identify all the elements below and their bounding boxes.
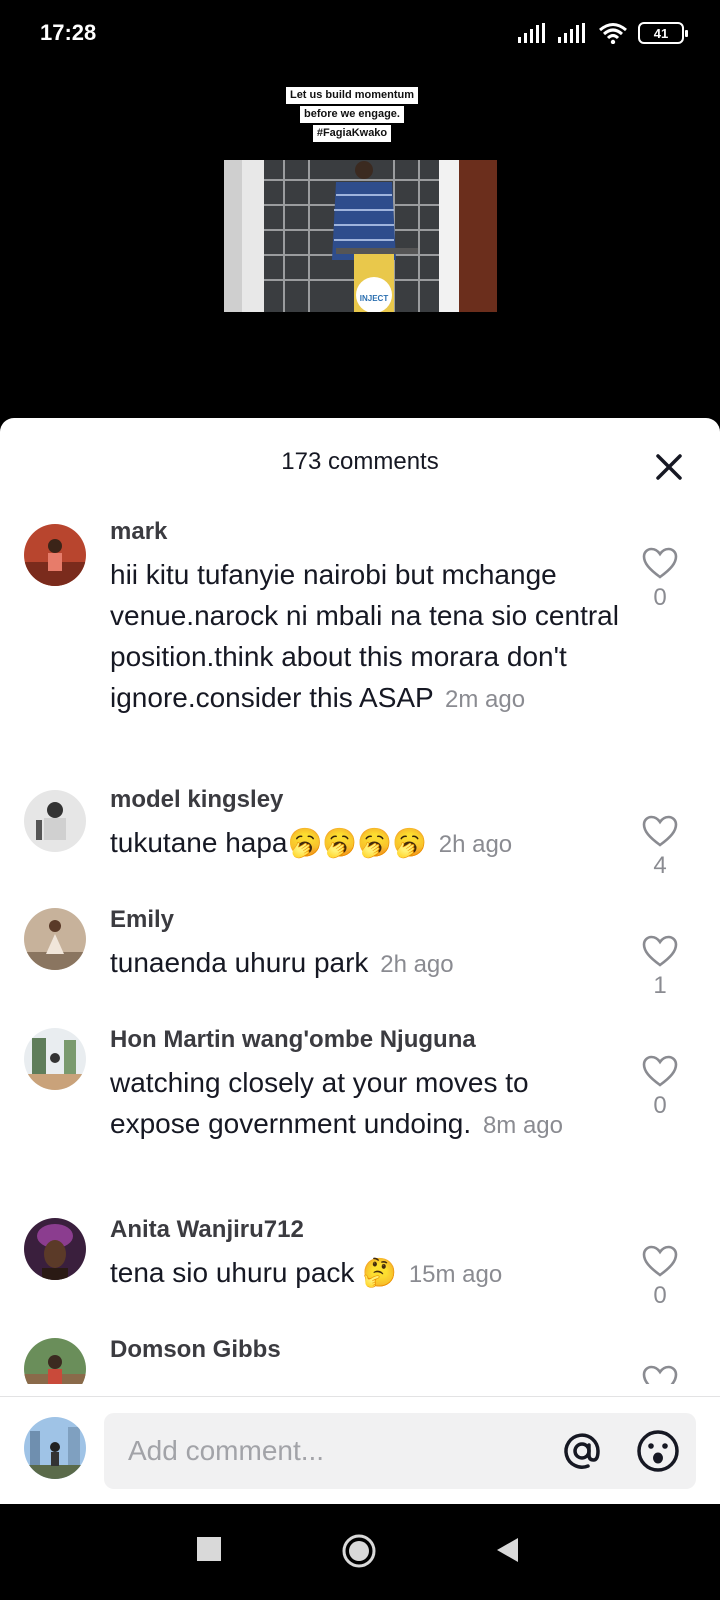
comment-text: watching closely at your moves to expose… bbox=[110, 1062, 625, 1146]
comment-time: 2h ago bbox=[380, 951, 454, 978]
status-bar: 17:28 41 bbox=[0, 0, 720, 70]
comment-input-box bbox=[104, 1413, 696, 1489]
emoji-button[interactable] bbox=[634, 1427, 682, 1475]
heart-icon bbox=[642, 547, 678, 579]
comment-content: tena sio uhuru pack 🤔 bbox=[110, 1257, 398, 1288]
comment-time: 15m ago bbox=[408, 1261, 503, 1288]
username[interactable]: Domson Gibbs bbox=[110, 1334, 625, 1366]
comment-body: Emily tunaenda uhuru park 2h ago bbox=[110, 904, 625, 985]
status-time: 17:28 bbox=[40, 20, 97, 45]
comment-time: 8m ago bbox=[482, 1112, 563, 1139]
heart-icon bbox=[642, 815, 678, 847]
like-count: 0 bbox=[653, 1282, 667, 1309]
avatar[interactable] bbox=[24, 908, 86, 970]
battery-level: 41 bbox=[653, 25, 669, 41]
avatar[interactable] bbox=[24, 790, 86, 852]
sheet-header: 173 comments bbox=[0, 418, 720, 508]
caption-line: #FagiaKwako bbox=[312, 125, 392, 142]
avatar[interactable] bbox=[24, 524, 86, 586]
status-icons: 41 bbox=[518, 22, 688, 44]
like-count: 0 bbox=[653, 584, 667, 611]
comment-time: 2m ago bbox=[445, 686, 526, 713]
wifi-icon bbox=[599, 23, 627, 44]
like-button[interactable]: 4 bbox=[636, 814, 684, 880]
comment-body: mark hii kitu tufanyie nairobi but mchan… bbox=[110, 516, 625, 720]
navigation-bar bbox=[0, 1504, 720, 1600]
comment-content: tukutane hapa🥱🥱🥱🥱 bbox=[110, 827, 427, 858]
at-icon bbox=[564, 1433, 600, 1469]
cell-signal-icon bbox=[518, 23, 545, 43]
comment-body: model kingsley tukutane hapa🥱🥱🥱🥱 2h ago bbox=[110, 784, 625, 865]
heart-icon bbox=[642, 1365, 678, 1384]
emoji-icon bbox=[637, 1430, 679, 1472]
comment-item: Emily tunaenda uhuru park 2h ago 1 bbox=[0, 904, 720, 1014]
video-caption: Let us build momentum before we engage. … bbox=[282, 85, 422, 142]
comments-count: 173 comments bbox=[281, 448, 439, 475]
video-frame-image: INJECT bbox=[224, 160, 497, 312]
battery-icon: 41 bbox=[638, 22, 688, 44]
comment-body: Hon Martin wang'ombe Njuguna watching cl… bbox=[110, 1024, 625, 1146]
comment-input[interactable] bbox=[128, 1413, 528, 1489]
heart-icon bbox=[642, 1245, 678, 1277]
username[interactable]: model kingsley bbox=[110, 784, 625, 816]
avatar[interactable] bbox=[24, 1218, 86, 1280]
comment-body: Anita Wanjiru712 tena sio uhuru pack 🤔 1… bbox=[110, 1214, 625, 1295]
like-count: 1 bbox=[653, 972, 667, 999]
like-count: 4 bbox=[653, 852, 667, 879]
avatar[interactable] bbox=[24, 1338, 86, 1384]
comments-sheet: 173 comments mark hii kitu tufanyie nair… bbox=[0, 418, 720, 1504]
recent-apps-button[interactable] bbox=[196, 1536, 222, 1567]
comment-item: Hon Martin wang'ombe Njuguna watching cl… bbox=[0, 1024, 720, 1204]
comment-item: Anita Wanjiru712 tena sio uhuru pack 🤔 1… bbox=[0, 1214, 720, 1324]
square-icon bbox=[197, 1537, 221, 1561]
like-count: 0 bbox=[653, 1092, 667, 1119]
close-button[interactable] bbox=[652, 450, 686, 484]
username[interactable]: Emily bbox=[110, 904, 625, 936]
comment-text: tena sio uhuru pack 🤔 15m ago bbox=[110, 1252, 625, 1295]
heart-icon bbox=[642, 935, 678, 967]
back-button[interactable] bbox=[494, 1536, 520, 1569]
comment-body: Domson Gibbs bbox=[110, 1334, 625, 1366]
username[interactable]: Hon Martin wang'ombe Njuguna bbox=[110, 1024, 625, 1056]
like-button[interactable]: 1 bbox=[636, 934, 684, 1000]
username[interactable]: Anita Wanjiru712 bbox=[110, 1214, 625, 1246]
like-button[interactable]: 0 bbox=[636, 1244, 684, 1310]
podium-logo-text: INJECT bbox=[360, 294, 389, 303]
like-button[interactable]: 0 bbox=[636, 546, 684, 612]
caption-line: Let us build momentum bbox=[285, 87, 419, 104]
comment-item: model kingsley tukutane hapa🥱🥱🥱🥱 2h ago … bbox=[0, 784, 720, 894]
comment-time: 2h ago bbox=[438, 831, 513, 858]
avatar[interactable] bbox=[24, 1028, 86, 1090]
username[interactable]: mark bbox=[110, 516, 625, 548]
home-circle-icon bbox=[342, 1534, 376, 1568]
comment-input-bar bbox=[0, 1396, 720, 1504]
like-button[interactable] bbox=[636, 1364, 684, 1384]
my-avatar bbox=[24, 1417, 86, 1479]
close-icon bbox=[656, 454, 682, 480]
video-frame: INJECT bbox=[224, 160, 497, 312]
heart-icon bbox=[642, 1055, 678, 1087]
like-button[interactable]: 0 bbox=[636, 1054, 684, 1120]
comment-content: hii kitu tufanyie nairobi but mchange ve… bbox=[110, 559, 619, 713]
home-button[interactable] bbox=[340, 1532, 378, 1575]
comment-content: tunaenda uhuru park bbox=[110, 947, 369, 978]
comment-list[interactable]: mark hii kitu tufanyie nairobi but mchan… bbox=[0, 508, 720, 1384]
video-player[interactable]: Let us build momentum before we engage. … bbox=[0, 70, 720, 418]
caption-line: before we engage. bbox=[300, 106, 404, 123]
comment-text: hii kitu tufanyie nairobi but mchange ve… bbox=[110, 554, 625, 720]
comment-item: Domson Gibbs bbox=[0, 1334, 720, 1384]
comment-content: watching closely at your moves to expose… bbox=[110, 1067, 529, 1139]
mention-button[interactable] bbox=[558, 1427, 606, 1475]
comment-text: tunaenda uhuru park 2h ago bbox=[110, 942, 625, 985]
back-triangle-icon bbox=[497, 1538, 518, 1562]
comment-text: tukutane hapa🥱🥱🥱🥱 2h ago bbox=[110, 822, 625, 865]
comment-item: mark hii kitu tufanyie nairobi but mchan… bbox=[0, 516, 720, 778]
cell-signal-icon bbox=[558, 23, 585, 43]
